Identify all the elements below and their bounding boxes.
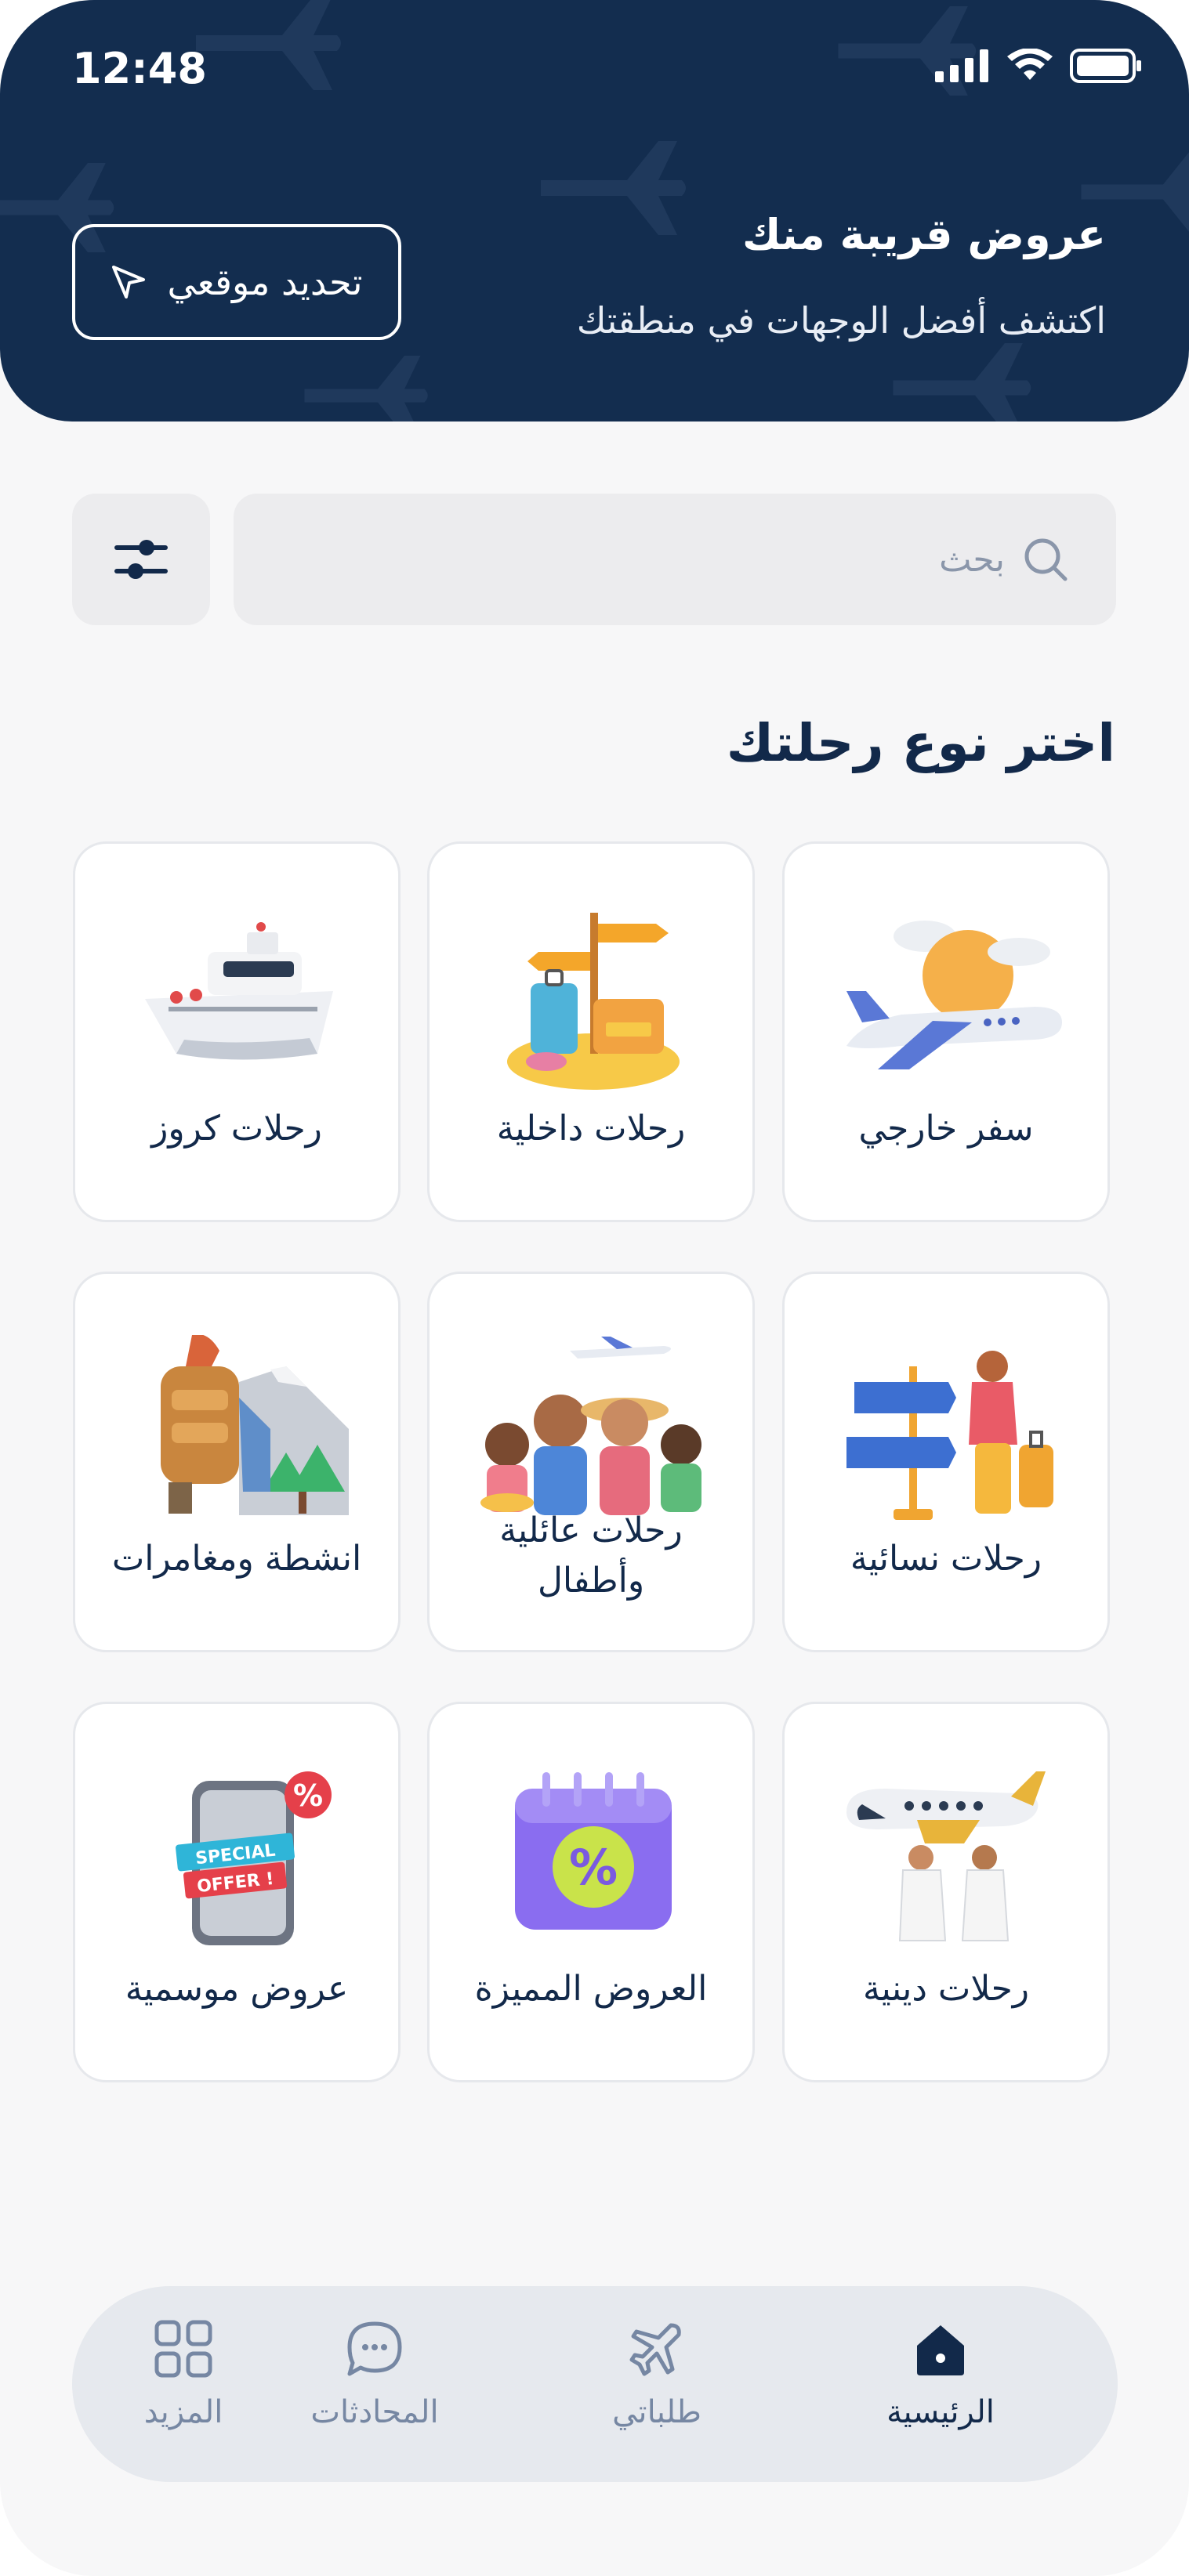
nav-item-chats[interactable]: المحادثات <box>273 2317 477 2458</box>
sliders-icon <box>114 540 168 579</box>
header-title: عروض قريبة منك <box>741 210 1106 259</box>
category-card-featured-offers[interactable]: % العروض المميزة <box>427 1702 755 2082</box>
grid-icon <box>154 2320 212 2378</box>
background-plane-icon <box>304 356 428 421</box>
nav-item-home[interactable]: الرئيسية <box>839 2317 1042 2458</box>
category-card-domestic[interactable]: رحلات داخلية <box>427 841 755 1222</box>
header-subtitle: اكتشف أفضل الوجهات في منطقتك <box>576 299 1106 342</box>
category-label: انشطة ومغامرات <box>111 1539 362 1579</box>
category-card-women[interactable]: رحلات نسائية <box>782 1272 1110 1652</box>
filter-button[interactable] <box>72 494 210 625</box>
search-icon <box>1024 538 1068 581</box>
category-label: عروض موسمية <box>125 1969 349 2009</box>
app-screen: 12:48 عروض قريبة منك اكتشف أفضل الوجهات … <box>0 0 1189 2576</box>
category-label: رحلات داخلية <box>496 1109 686 1149</box>
home-icon <box>917 2325 964 2375</box>
category-label: رحلات كروز <box>151 1109 322 1149</box>
category-label-line: رحلات عائلية <box>499 1511 683 1550</box>
woman-traveler-icon <box>846 1351 1053 1520</box>
category-label-line: وأطفال <box>537 1560 645 1601</box>
pilgrims-plane-icon <box>846 1771 1046 1941</box>
nav-item-more[interactable]: المزيد <box>82 2317 285 2458</box>
bottom-navigation: الرئيسية طلباتي المحادثات المزيد <box>72 2286 1118 2482</box>
airplane-icon <box>846 921 1062 1069</box>
search-input[interactable] <box>456 539 1005 580</box>
nav-item-orders[interactable]: طلباتي <box>555 2317 759 2458</box>
section-title: اختر نوع رحلتك <box>726 713 1115 773</box>
svg-text:%: % <box>569 1839 618 1896</box>
category-label: رحلات نسائية <box>850 1539 1042 1579</box>
status-time: 12:48 <box>72 44 207 93</box>
category-card-adventures[interactable]: انشطة ومغامرات <box>73 1272 401 1652</box>
background-plane-icon <box>196 0 341 90</box>
chat-icon <box>347 2321 402 2376</box>
category-card-cruise[interactable]: رحلات كروز <box>73 841 401 1222</box>
wifi-icon <box>1007 49 1053 80</box>
cruise-ship-icon <box>145 922 333 1060</box>
search-bar[interactable] <box>234 494 1116 625</box>
category-card-abroad[interactable]: سفر خارجي <box>782 841 1110 1222</box>
nav-label: الرئيسية <box>886 2394 995 2430</box>
locate-me-button[interactable]: تحديد موقعي <box>72 224 401 340</box>
hiker-backpack-icon <box>161 1335 349 1515</box>
category-card-religious[interactable]: رحلات دينية <box>782 1702 1110 2082</box>
category-label: رحلات دينية <box>862 1969 1030 2009</box>
signal-icon <box>935 49 988 82</box>
category-card-seasonal-offers[interactable]: SPECIAL OFFER ! % عروض موسمية <box>73 1702 401 2082</box>
nav-label: المحادثات <box>310 2394 439 2430</box>
discount-calendar-icon: % <box>515 1772 672 1930</box>
category-label: سفر خارجي <box>858 1109 1034 1149</box>
background-plane-icon <box>541 141 686 235</box>
location-arrow-icon <box>112 266 146 298</box>
svg-text:%: % <box>293 1778 323 1813</box>
special-offer-phone-icon: SPECIAL OFFER ! % <box>176 1771 332 1945</box>
family-icon <box>480 1337 701 1515</box>
category-card-family[interactable]: رحلات عائلية وأطفال <box>427 1272 755 1652</box>
locate-me-label: تحديد موقعي <box>167 261 363 303</box>
battery-icon <box>1070 49 1141 83</box>
category-label: رحلات عائلية وأطفال <box>437 1506 745 1606</box>
header-banner: 12:48 عروض قريبة منك اكتشف أفضل الوجهات … <box>0 0 1189 421</box>
status-icons <box>935 49 1142 83</box>
plane-icon <box>629 2323 681 2376</box>
nav-label: طلباتي <box>612 2394 701 2430</box>
nav-label: المزيد <box>143 2394 223 2430</box>
category-label: العروض المميزة <box>474 1969 708 2009</box>
background-plane-icon <box>893 343 1031 421</box>
luggage-signpost-icon <box>507 913 680 1090</box>
